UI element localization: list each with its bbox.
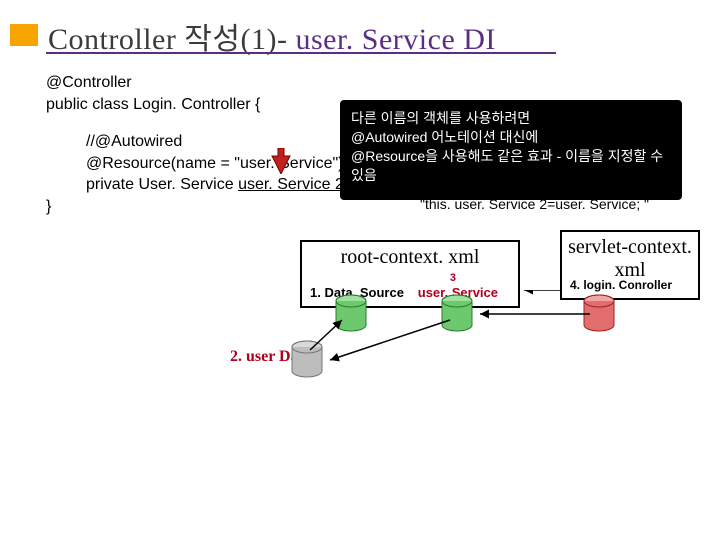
title-underline (46, 52, 556, 54)
tooltip-line-2: @Autowired 어노테이션 대신에 (351, 128, 671, 147)
tooltip-line-3: @Resource을 사용해도 같은 효과 - 이름을 지정할 수 있음 (351, 147, 671, 185)
code-var-underline: user. Service 2; (238, 176, 348, 193)
root-context-title: root-context. xml (302, 246, 518, 269)
servlet-context-title: servlet-context. xml (562, 236, 698, 282)
tooltip-quote: "this. user. Service 2=user. Service; " (420, 196, 649, 212)
diagram-arrows (300, 290, 620, 380)
root-num-3: 3 (450, 272, 456, 284)
accent-bar (10, 24, 38, 46)
callout-arrow-icon (270, 148, 292, 174)
code-line-1: @Controller (46, 72, 466, 94)
tooltip-line-1: 다른 이름의 객체를 사용하려면 (351, 109, 671, 128)
tooltip-box: 다른 이름의 객체를 사용하려면 @Autowired 어노테이션 대신에 @R… (340, 100, 682, 200)
